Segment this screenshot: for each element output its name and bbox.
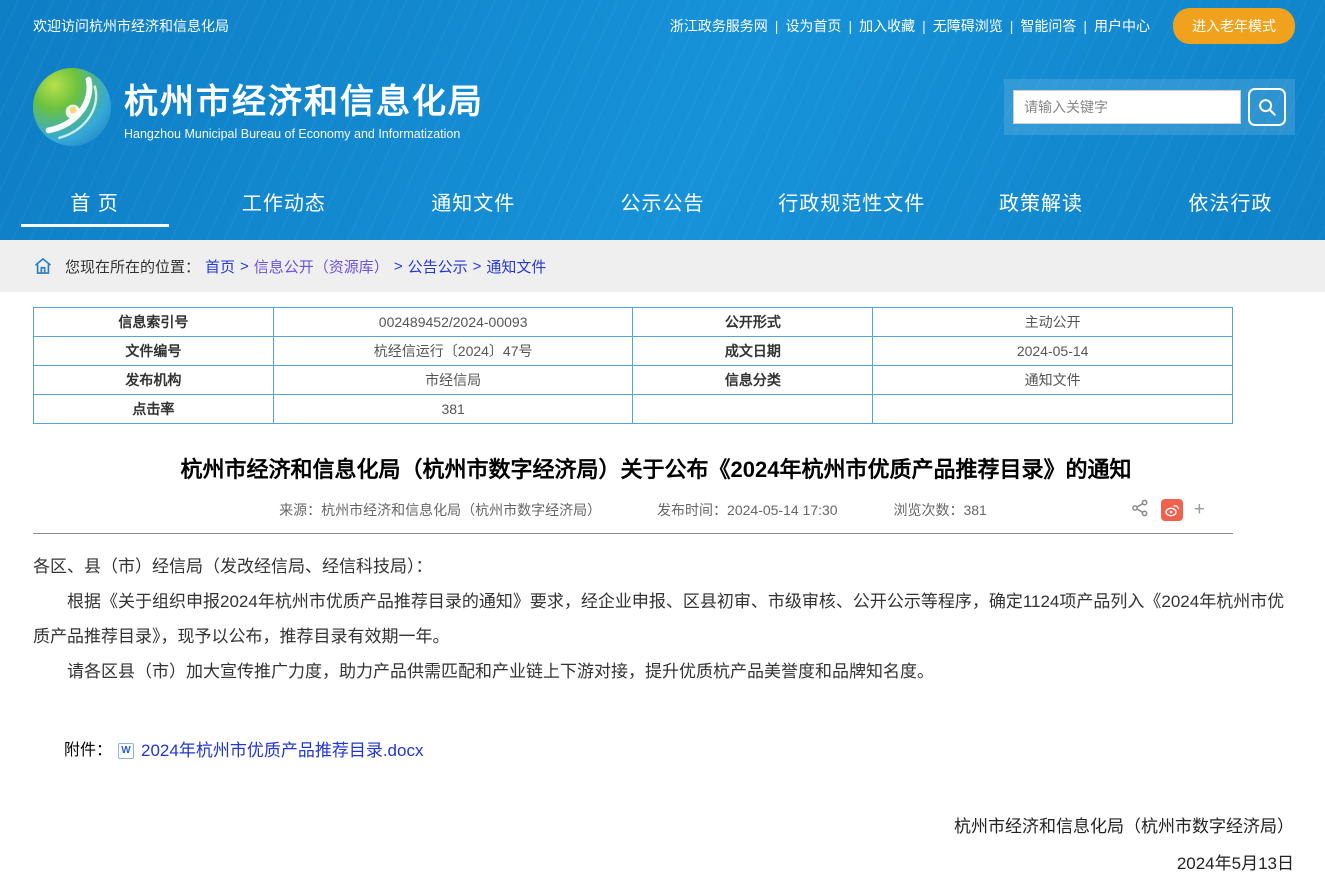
attachment-link[interactable]: 2024年杭州市优质产品推荐目录.docx [141, 733, 423, 768]
breadcrumb-prefix: 您现在所在的位置： [65, 256, 200, 277]
article-body: 各区、县（市）经信局（发改经信局、经信科技局）： 根据《关于组织申报2024年杭… [33, 549, 1299, 882]
site-title: 杭州市经济和信息化局 Hangzhou Municipal Bureau of … [124, 74, 484, 141]
search-icon [1256, 96, 1278, 118]
table-row: 点击率 381 [34, 395, 1233, 424]
top-link-separator: | [922, 18, 926, 34]
word-document-icon: W [118, 743, 134, 759]
top-links: 浙江政务服务网 | 设为首页 | 加入收藏 | 无障碍浏览 | 智能问答 | 用… [663, 8, 1295, 44]
body-paragraph: 请各区县（市）加大宣传推广力度，助力产品供需匹配和产业链上下游对接，提升优质杭产… [33, 654, 1299, 689]
nav-item-home[interactable]: 首 页 [0, 162, 189, 240]
search-button[interactable] [1248, 88, 1286, 126]
top-link-smart-qa[interactable]: 智能问答 [1020, 16, 1076, 36]
welcome-text: 欢迎访问杭州市经济和信息化局 [33, 16, 229, 36]
breadcrumb-link-announcements[interactable]: 公告公示 [408, 256, 468, 277]
nav-item-administration-by-law[interactable]: 依法行政 [1136, 162, 1325, 240]
nav-item-notice-documents[interactable]: 通知文件 [379, 162, 568, 240]
info-label: 成文日期 [633, 337, 873, 366]
nav-item-label: 首 页 [70, 187, 119, 216]
info-label: 公开形式 [633, 308, 873, 337]
nav-item-work-news[interactable]: 工作动态 [189, 162, 378, 240]
main-navigation: 首 页 工作动态 通知文件 公示公告 行政规范性文件 政策解读 依法行政 [0, 162, 1325, 240]
info-label [633, 395, 873, 424]
attachment-label: 附件： [64, 733, 112, 768]
salutation-paragraph: 各区、县（市）经信局（发改经信局、经信科技局）： [33, 549, 1299, 584]
search-input[interactable] [1013, 90, 1241, 124]
nav-item-label: 通知文件 [431, 187, 515, 216]
top-link-separator: | [775, 18, 779, 34]
main-content: 信息索引号 002489452/2024-00093 公开形式 主动公开 文件编… [0, 292, 1325, 882]
info-label: 信息分类 [633, 366, 873, 395]
breadcrumb-link-notice-documents[interactable]: 通知文件 [486, 256, 546, 277]
top-link-user-center[interactable]: 用户中心 [1094, 16, 1150, 36]
body-paragraph: 根据《关于组织申报2024年杭州市优质产品推荐目录的通知》要求，经企业申报、区县… [33, 584, 1299, 654]
breadcrumb-separator: > [394, 258, 403, 275]
table-row: 发布机构 市经信局 信息分类 通知文件 [34, 366, 1233, 395]
info-label: 信息索引号 [34, 308, 274, 337]
nav-item-label: 依法行政 [1188, 187, 1272, 216]
table-row: 文件编号 杭经信运行〔2024〕47号 成文日期 2024-05-14 [34, 337, 1233, 366]
breadcrumb-separator: > [473, 258, 482, 275]
site-header: 欢迎访问杭州市经济和信息化局 浙江政务服务网 | 设为首页 | 加入收藏 | 无… [0, 0, 1325, 240]
share-toolbar: + [1130, 498, 1205, 521]
info-label: 点击率 [34, 395, 274, 424]
info-value: 市经信局 [273, 366, 633, 395]
top-link-add-favorite[interactable]: 加入收藏 [859, 16, 915, 36]
active-tab-underline [21, 224, 169, 227]
info-value [873, 395, 1233, 424]
info-label: 文件编号 [34, 337, 274, 366]
article-source: 来源：杭州市经济和信息化局（杭州市数字经济局） [279, 502, 601, 518]
info-value: 2024-05-14 [873, 337, 1233, 366]
top-link-separator: | [1083, 18, 1087, 34]
nav-item-label: 工作动态 [242, 187, 326, 216]
info-label: 发布机构 [34, 366, 274, 395]
info-value: 杭经信运行〔2024〕47号 [273, 337, 633, 366]
nav-item-label: 行政规范性文件 [778, 187, 925, 216]
article-meta: 来源：杭州市经济和信息化局（杭州市数字经济局） 发布时间：2024-05-14 … [33, 500, 1233, 534]
nav-item-policy-interpretation[interactable]: 政策解读 [946, 162, 1135, 240]
issue-date: 2024年5月13日 [33, 845, 1294, 882]
nav-item-public-announcements[interactable]: 公示公告 [568, 162, 757, 240]
breadcrumb-link-home[interactable]: 首页 [205, 256, 235, 277]
nav-item-label: 公示公告 [620, 187, 704, 216]
signature-block: 杭州市经济和信息化局（杭州市数字经济局） 2024年5月13日 [33, 808, 1299, 882]
info-value: 通知文件 [873, 366, 1233, 395]
info-value: 381 [273, 395, 633, 424]
nav-item-administrative-normative-documents[interactable]: 行政规范性文件 [757, 162, 946, 240]
site-name: 杭州市经济和信息化局 [124, 74, 484, 123]
top-link-separator: | [848, 18, 852, 34]
attachment-row: 附件： W 2024年杭州市优质产品推荐目录.docx [33, 733, 1299, 768]
more-share-icon[interactable]: + [1194, 500, 1205, 519]
search-area [1004, 79, 1295, 135]
top-link-set-homepage[interactable]: 设为首页 [785, 16, 841, 36]
share-icon[interactable] [1130, 498, 1150, 521]
breadcrumb-separator: > [240, 258, 249, 275]
article-publish-time: 发布时间：2024-05-14 17:30 [657, 502, 838, 518]
home-icon[interactable] [33, 256, 53, 276]
site-logo [33, 68, 111, 146]
issuing-authority: 杭州市经济和信息化局（杭州市数字经济局） [33, 808, 1294, 845]
site-name-english: Hangzhou Municipal Bureau of Economy and… [124, 127, 484, 141]
top-link-accessibility[interactable]: 无障碍浏览 [933, 16, 1003, 36]
nav-item-label: 政策解读 [999, 187, 1083, 216]
logo-swoosh-icon [33, 68, 111, 146]
info-value: 主动公开 [873, 308, 1233, 337]
breadcrumb: 您现在所在的位置： 首页 > 信息公开（资源库） > 公告公示 > 通知文件 [0, 240, 1325, 292]
header-band: 杭州市经济和信息化局 Hangzhou Municipal Bureau of … [0, 52, 1325, 162]
elder-mode-button[interactable]: 进入老年模式 [1173, 8, 1295, 44]
weibo-share-icon[interactable] [1161, 499, 1183, 521]
table-row: 信息索引号 002489452/2024-00093 公开形式 主动公开 [34, 308, 1233, 337]
top-link-separator: | [1010, 18, 1014, 34]
article-view-count: 浏览次数：381 [893, 502, 986, 518]
info-value: 002489452/2024-00093 [273, 308, 633, 337]
top-link-zhejiang-gov[interactable]: 浙江政务服务网 [670, 16, 768, 36]
document-info-table: 信息索引号 002489452/2024-00093 公开形式 主动公开 文件编… [33, 307, 1233, 424]
breadcrumb-link-info-disclosure[interactable]: 信息公开（资源库） [254, 256, 389, 277]
top-utility-bar: 欢迎访问杭州市经济和信息化局 浙江政务服务网 | 设为首页 | 加入收藏 | 无… [0, 0, 1325, 52]
page-title: 杭州市经济和信息化局（杭州市数字经济局）关于公布《2024年杭州市优质产品推荐目… [33, 452, 1279, 484]
